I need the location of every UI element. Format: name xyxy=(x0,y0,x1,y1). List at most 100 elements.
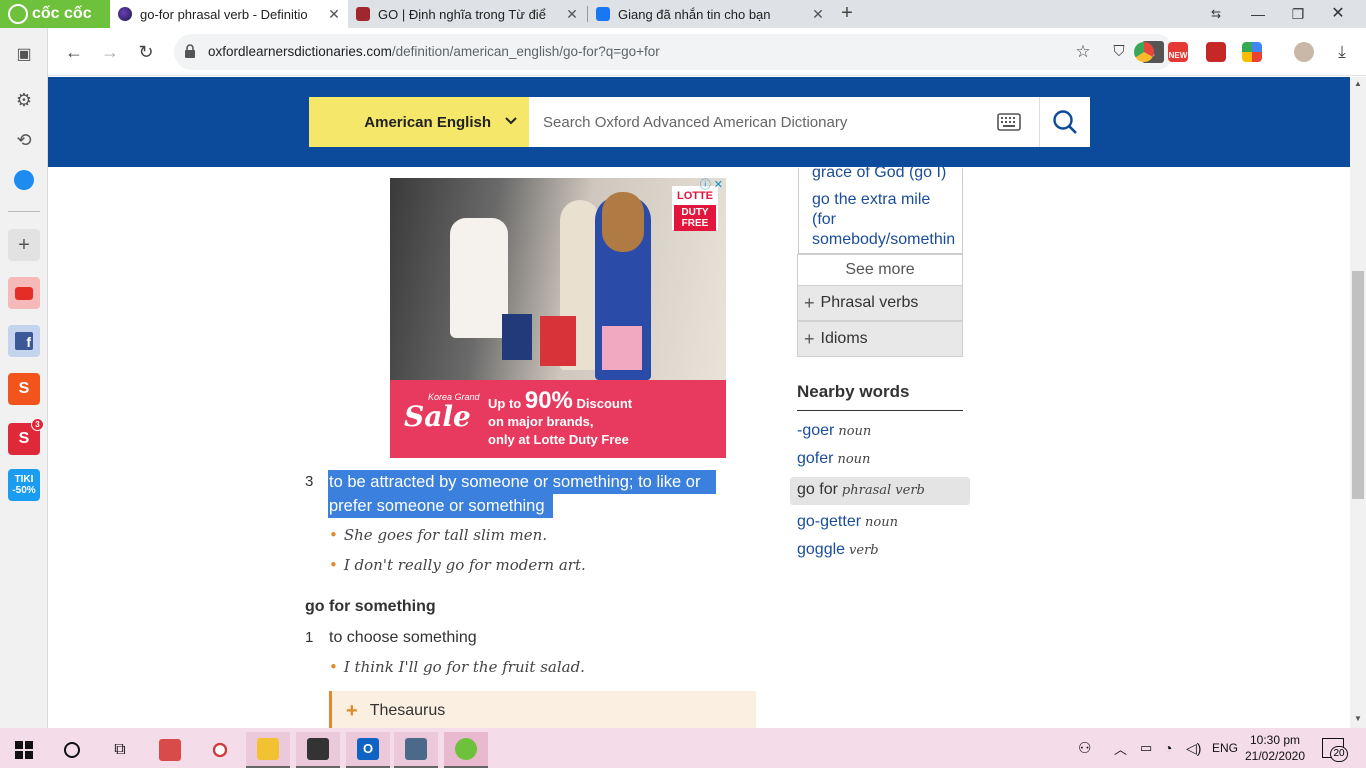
close-tab-icon[interactable]: ✕ xyxy=(810,6,826,23)
task-view-icon[interactable]: ⧉ xyxy=(98,732,142,768)
wifi-icon[interactable]: ◔ xyxy=(1164,728,1172,768)
people-icon[interactable]: ⚇ xyxy=(1078,728,1091,768)
nearby-word: -goer xyxy=(797,422,835,439)
facebook-icon[interactable]: f xyxy=(8,325,40,357)
cortana-icon[interactable] xyxy=(50,732,94,768)
lotte-duty-free-logo: LOTTE DUTY FREE xyxy=(672,186,718,231)
tab-go-for[interactable]: go-for phrasal verb - Definitio ✕ xyxy=(110,0,348,28)
close-window-button[interactable]: ✕ xyxy=(1318,0,1358,28)
lock-icon xyxy=(185,44,195,58)
tiki-discount: -50% xyxy=(12,485,36,496)
input-language[interactable]: ENG xyxy=(1212,728,1238,768)
part-of-speech: phrasal verb xyxy=(841,483,925,498)
nearby-word: goggle xyxy=(797,541,846,558)
tab-title: GO | Định nghĩa trong Từ điể xyxy=(378,6,546,22)
nearby-word: gofer xyxy=(797,450,834,467)
new-tab-button[interactable]: + xyxy=(836,2,858,24)
example-text: I think I'll go for the fruit salad. xyxy=(343,658,585,676)
add-sidebar-app-button[interactable]: + xyxy=(8,229,40,261)
photos-app-icon[interactable] xyxy=(394,732,438,768)
plus-icon: + xyxy=(804,328,815,349)
restore-tabs-icon[interactable]: ⇆ xyxy=(1196,0,1236,28)
shopee-icon[interactable]: S xyxy=(8,373,40,405)
profile-avatar[interactable] xyxy=(1294,42,1314,62)
nearby-word-link[interactable]: -goer noun xyxy=(797,422,871,440)
thesaurus-toggle[interactable]: + Thesaurus xyxy=(329,691,756,728)
tiki-icon[interactable]: TIKI -50% xyxy=(8,469,40,501)
extension-chrome-icon[interactable] xyxy=(1134,42,1154,62)
coccoc-logo-icon xyxy=(8,4,28,24)
scroll-down-arrow-icon[interactable]: ▼ xyxy=(1350,712,1366,726)
file-explorer-icon[interactable] xyxy=(246,732,290,768)
search-input[interactable] xyxy=(529,97,974,147)
phrasal-verbs-accordion[interactable]: + Phrasal verbs xyxy=(797,285,963,321)
forward-icon[interactable]: → xyxy=(96,38,124,66)
reload-icon[interactable]: ↻ xyxy=(132,38,160,66)
language-label: American English xyxy=(364,113,491,131)
ad-bag xyxy=(502,314,532,360)
url-text[interactable]: oxfordlearnersdictionaries.com/definitio… xyxy=(208,44,660,59)
related-entry-link[interactable]: go the extra mile xyxy=(812,190,930,210)
back-icon[interactable]: ← xyxy=(60,38,88,66)
scroll-up-arrow-icon[interactable]: ▲ xyxy=(1350,77,1366,91)
unikey-app-icon[interactable] xyxy=(148,732,192,768)
downloads-icon[interactable]: ⤓ xyxy=(1328,38,1356,66)
volume-icon[interactable]: ◁) xyxy=(1186,728,1201,768)
extension-new-icon[interactable]: NEW xyxy=(1168,42,1188,62)
oxford-favicon-icon xyxy=(118,7,132,21)
nearby-word-current[interactable]: go for phrasal verb xyxy=(797,481,925,499)
settings-gear-icon[interactable]: ⚙ xyxy=(8,84,40,116)
ad-close-icon[interactable]: ⓘ ✕ xyxy=(696,178,726,192)
system-clock[interactable]: 10:30 pm 21/02/2020 xyxy=(1240,732,1310,764)
outlook-icon[interactable]: O xyxy=(346,732,390,768)
sidebar-toggle-icon[interactable]: ▣ xyxy=(8,38,40,70)
ad-line3: only at Lotte Duty Free xyxy=(488,432,629,447)
history-icon[interactable]: ⟲ xyxy=(8,124,40,156)
ad-figure-hair xyxy=(602,192,644,252)
nearby-word-link[interactable]: gofer noun xyxy=(797,450,870,468)
extension-red-icon[interactable] xyxy=(1206,42,1226,62)
tab-facebook[interactable]: Giang đã nhắn tin cho bạn ✕ xyxy=(588,0,832,28)
minimize-button[interactable]: — xyxy=(1238,0,1278,28)
example-sentence: • I think I'll go for the fruit salad. xyxy=(329,658,585,676)
language-selector[interactable]: American English xyxy=(309,97,529,147)
search-bar: American English xyxy=(309,97,1090,147)
sendo-badge: 3 xyxy=(31,418,44,431)
scrollbar-thumb[interactable] xyxy=(1352,271,1364,499)
related-entry-link[interactable]: grace of God (go I) xyxy=(812,163,946,183)
definition-text: prefer someone or something xyxy=(329,497,545,515)
web-page: American English Search Oxford Advanced … xyxy=(48,77,1350,728)
page-scrollbar[interactable]: ▲ ▼ xyxy=(1350,77,1366,728)
close-tab-icon[interactable]: ✕ xyxy=(326,6,342,23)
sendo-icon[interactable]: S 3 xyxy=(8,418,44,455)
address-bar[interactable]: oxfordlearnersdictionaries.com/definitio… xyxy=(174,34,1174,70)
youtube-icon[interactable] xyxy=(8,277,40,309)
battery-icon[interactable]: ▭ xyxy=(1140,728,1152,768)
bookmark-star-icon[interactable]: ☆ xyxy=(1072,41,1094,63)
idioms-accordion[interactable]: + Idioms xyxy=(797,321,963,357)
maximize-button[interactable]: ❐ xyxy=(1278,0,1318,28)
browser-toolbar: ← → ↻ oxfordlearnersdictionaries.com/def… xyxy=(48,28,1366,76)
keyboard-icon[interactable] xyxy=(997,113,1021,131)
chevron-down-icon xyxy=(505,117,517,125)
nearby-word-link[interactable]: go-getter noun xyxy=(797,513,898,531)
see-more-button[interactable]: See more xyxy=(797,254,963,286)
tray-chevron-up-icon[interactable]: ︿ xyxy=(1114,728,1127,768)
nearby-word-link[interactable]: goggle verb xyxy=(797,541,879,559)
coccoc-taskbar-icon[interactable] xyxy=(444,732,488,768)
shield-icon[interactable]: ⛉ xyxy=(1108,41,1130,63)
tab-cambridge[interactable]: GO | Định nghĩa trong Từ điể ✕ xyxy=(348,0,586,28)
plus-icon: + xyxy=(346,699,358,722)
advertisement-banner[interactable]: LOTTE DUTY FREE ⓘ ✕ Korea Grand Sale Up … xyxy=(390,178,726,458)
windows-start-icon[interactable] xyxy=(2,732,46,768)
snipping-tool-icon[interactable] xyxy=(198,732,242,768)
ad-line1-suffix: Discount xyxy=(576,396,633,411)
coccoc-brand[interactable]: cốc cốc xyxy=(0,0,110,28)
close-tab-icon[interactable]: ✕ xyxy=(564,6,580,23)
related-entry-link[interactable]: somebody/somethin xyxy=(812,230,962,250)
search-button[interactable] xyxy=(1039,97,1090,147)
related-entry-link[interactable]: (for xyxy=(812,210,836,230)
sticky-notes-icon[interactable] xyxy=(296,732,340,768)
messenger-icon[interactable] xyxy=(8,164,40,196)
extension-color-icon[interactable] xyxy=(1242,42,1262,62)
